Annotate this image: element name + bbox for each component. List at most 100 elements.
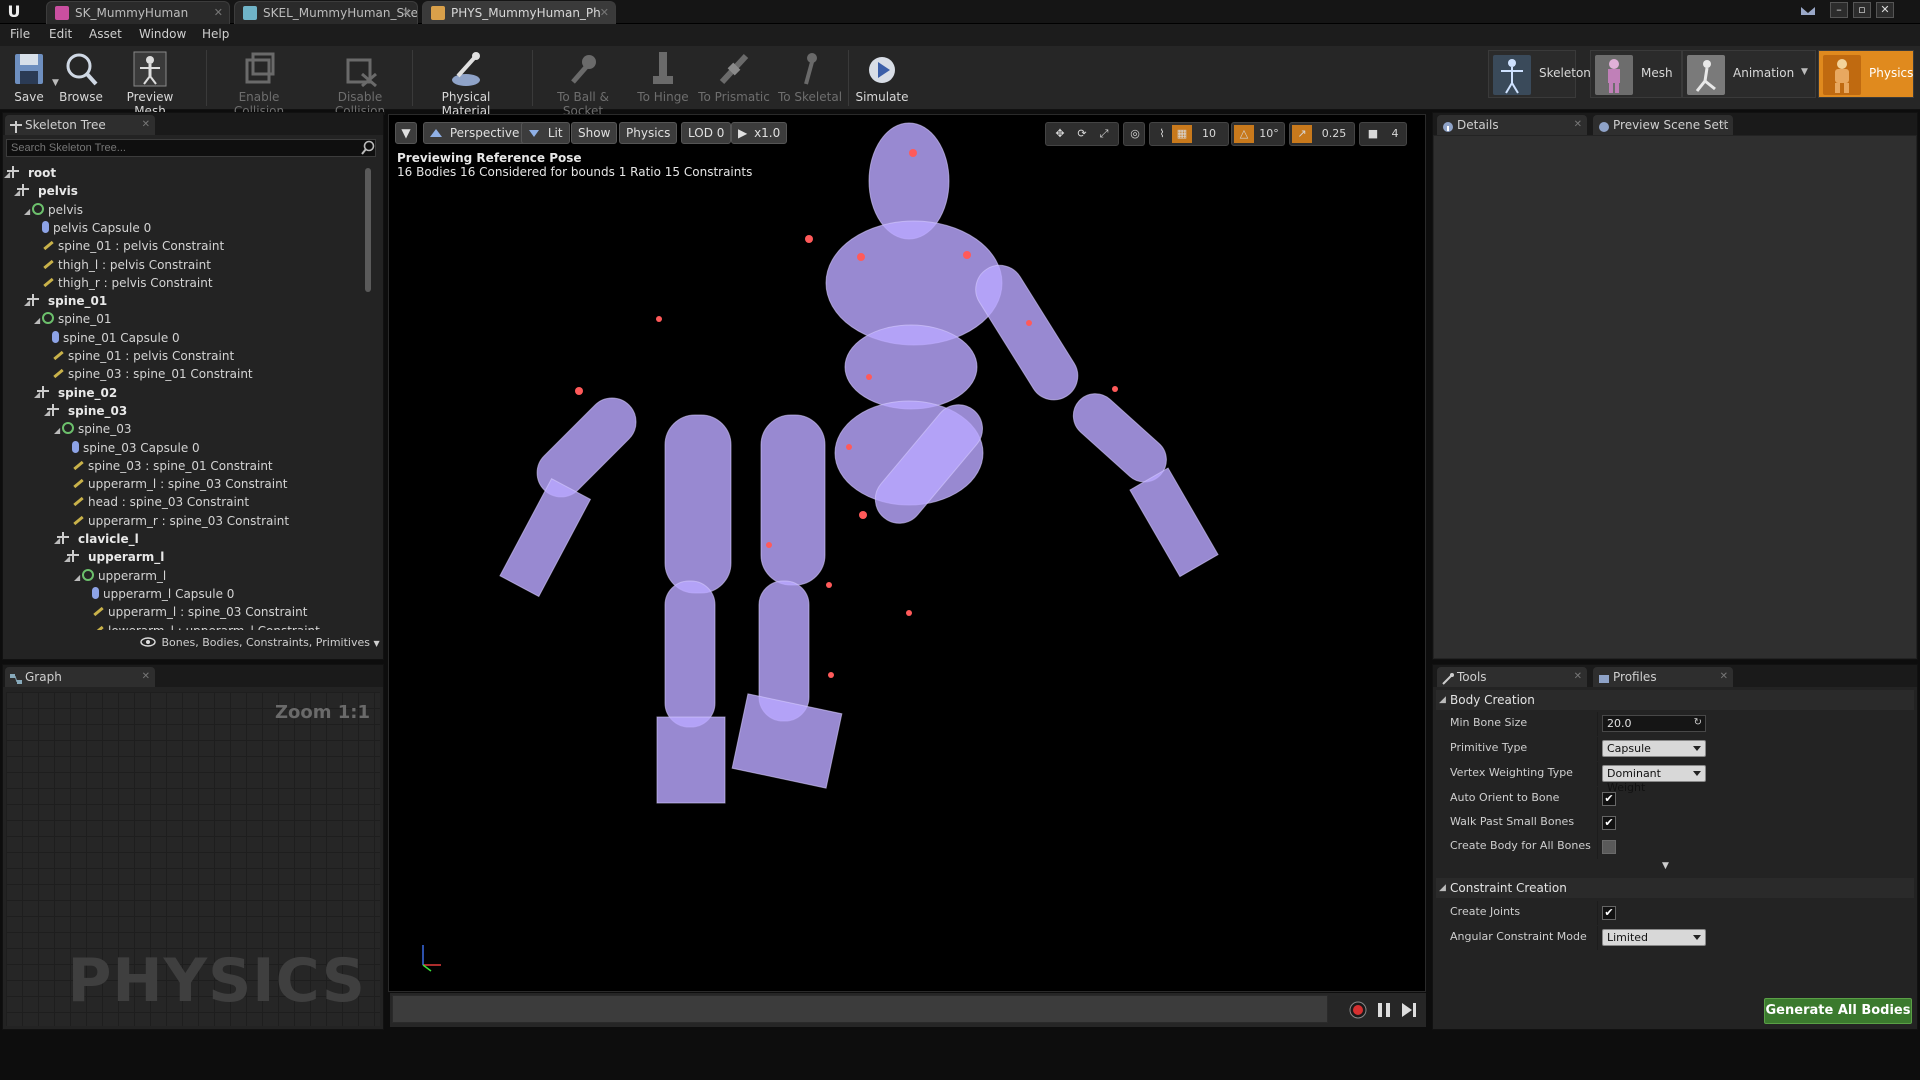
tree-row-bone[interactable]: ◢ spine_02 [34,384,117,402]
expand-arrow-icon[interactable]: ◢ [24,294,32,312]
reset-icon[interactable]: ↻ [1694,716,1702,730]
close-icon[interactable]: ✕ [142,667,150,687]
close-icon[interactable]: ✕ [1720,667,1728,687]
doc-tab-sk-mummyhuman[interactable]: SK_MummyHuman ✕ [46,1,230,24]
tab-details[interactable]: Details ✕ [1437,115,1587,135]
tree-row-cap[interactable]: spine_01 Capsule 0 [44,329,180,347]
mode-physics-button[interactable]: Physics [1818,50,1914,98]
mode-mesh-button[interactable]: Mesh [1590,50,1682,98]
tree-row-body[interactable]: ◢ upperarm_l [74,567,166,585]
graph-canvas[interactable]: Zoom 1:1 PHYSICS [6,692,380,1026]
tree-row-bone[interactable]: ◢ root [4,164,56,182]
tree-row-body[interactable]: ◢ spine_01 [34,310,111,328]
physics-viewport[interactable]: ▼ Perspective Lit Show Physics LOD 0 ▶ x… [388,114,1426,992]
search-icon[interactable] [360,140,376,156]
menu-asset[interactable]: Asset [89,27,122,41]
tree-row-cap[interactable]: upperarm_l Capsule 0 [84,585,234,603]
tree-row-con[interactable]: thigh_l : pelvis Constraint [34,256,211,274]
tree-row-bone[interactable]: ◢ pelvis [14,182,78,200]
close-icon[interactable]: ✕ [214,2,223,24]
tab-profiles[interactable]: Profiles ✕ [1593,667,1733,687]
vertex-weighting-select[interactable]: Dominant Weight [1602,765,1706,794]
tree-row-cap[interactable]: spine_03 Capsule 0 [64,439,200,457]
doc-tab-skel-mummyhuman[interactable]: SKEL_MummyHuman_Ske ✕ [234,1,418,24]
tree-row-con[interactable]: thigh_r : pelvis Constraint [34,274,213,292]
step-forward-button[interactable] [1398,1000,1418,1020]
tree-row-body[interactable]: ◢ pelvis [24,201,83,219]
close-icon[interactable]: ✕ [1720,115,1728,135]
minimize-button[interactable]: – [1830,2,1848,18]
pause-button[interactable] [1374,1000,1394,1020]
expand-advanced-icon[interactable]: ▼ [1662,861,1669,871]
tree-row-bone[interactable]: ◢ spine_01 [24,292,107,310]
menu-help[interactable]: Help [202,27,229,41]
notification-icon[interactable] [1800,4,1816,18]
tree-filter-dropdown[interactable]: Bones, Bodies, Constraints, Primitives ▼ [140,636,380,649]
to-prismatic-button[interactable]: To Prismatic [696,48,772,108]
save-button[interactable]: Save ▼ [6,48,59,108]
min-bone-size-input[interactable]: 20.0 ↻ [1602,715,1706,732]
tree-row-con[interactable]: spine_03 : spine_01 Constraint [64,457,273,475]
physical-material-button[interactable]: Physical Material [416,48,516,118]
expand-arrow-icon[interactable]: ◢ [64,550,72,568]
tree-row-con[interactable]: spine_01 : pelvis Constraint [44,347,234,365]
expand-arrow-icon[interactable]: ◢ [4,166,12,184]
maximize-button[interactable]: ▫ [1853,2,1871,18]
close-icon[interactable]: ✕ [1574,667,1582,687]
browse-button[interactable]: Browse [56,48,106,108]
menu-window[interactable]: Window [139,27,186,41]
close-window-button[interactable]: ✕ [1876,2,1894,18]
primitive-type-select[interactable]: Capsule [1602,740,1706,757]
close-icon[interactable]: ✕ [600,2,609,24]
mode-animation-button[interactable]: Animation ▼ [1682,50,1816,98]
tree-scrollbar[interactable] [365,168,371,292]
tab-graph[interactable]: Graph ✕ [5,667,155,687]
animation-dropdown-icon[interactable]: ▼ [1801,67,1808,77]
expand-arrow-icon[interactable]: ◢ [44,404,52,422]
tree-row-body[interactable]: ◢ spine_03 [54,420,131,438]
menu-edit[interactable]: Edit [49,27,72,41]
tree-row-con[interactable]: upperarm_l : spine_03 Constraint [84,603,307,621]
expand-arrow-icon[interactable]: ◢ [24,203,32,221]
tree-row-con[interactable]: spine_01 : pelvis Constraint [34,237,224,255]
doc-tab-phys-mummyhuman[interactable]: PHYS_MummyHuman_Ph ✕ [422,1,616,24]
tab-tools[interactable]: Tools ✕ [1437,667,1587,687]
expand-arrow-icon[interactable]: ◢ [34,312,42,330]
close-icon[interactable]: ✕ [142,115,150,135]
auto-orient-checkbox[interactable]: ✔ [1602,792,1616,806]
expand-arrow-icon[interactable]: ◢ [54,532,62,550]
tree-row-bone[interactable]: ◢ upperarm_l [64,548,164,566]
angular-mode-select[interactable]: Limited [1602,929,1706,946]
enable-collision-button[interactable]: Enable Collision [212,48,306,118]
simulate-button[interactable]: Simulate [852,48,912,108]
to-skeletal-button[interactable]: To Skeletal [776,48,844,108]
record-button[interactable] [1348,1000,1368,1020]
tree-row-cap[interactable]: pelvis Capsule 0 [34,219,151,237]
expand-arrow-icon[interactable]: ◢ [14,184,22,202]
tree-row-bone[interactable]: ◢ spine_03 [44,402,127,420]
expand-arrow-icon[interactable]: ◢ [54,422,62,440]
tab-preview-scene-settings[interactable]: Preview Scene Sett ✕ [1593,115,1733,135]
tree-row-con[interactable]: upperarm_r : spine_03 Constraint [64,512,289,530]
tree-row-con[interactable]: upperarm_l : spine_03 Constraint [64,475,287,493]
close-icon[interactable]: ✕ [402,2,411,24]
tree-row-con[interactable]: spine_03 : spine_01 Constraint [44,365,253,383]
tree-row-bone[interactable]: ◢ clavicle_l [54,530,139,548]
tree-row-con[interactable]: lowerarm_l : upperarm_l Constraint [84,622,320,631]
mode-skeleton-button[interactable]: Skeleton [1488,50,1591,98]
constraint-creation-header[interactable]: ◢ Constraint Creation [1436,878,1914,898]
tree-row-con[interactable]: head : spine_03 Constraint [64,493,249,511]
skeleton-tree-search-input[interactable] [6,139,376,157]
unreal-logo-icon[interactable]: U [4,2,24,22]
walk-past-checkbox[interactable]: ✔ [1602,816,1616,830]
create-all-checkbox[interactable] [1602,840,1616,854]
close-icon[interactable]: ✕ [1574,115,1582,135]
timeline-scrubber[interactable] [392,995,1328,1023]
expand-arrow-icon[interactable]: ◢ [74,569,82,587]
preview-mesh-button[interactable]: Preview Mesh [110,48,190,118]
expand-arrow-icon[interactable]: ◢ [34,386,42,404]
menu-file[interactable]: File [10,27,30,41]
to-ball-socket-button[interactable]: To Ball & Socket [536,48,630,118]
tab-skeleton-tree[interactable]: Skeleton Tree ✕ [5,115,155,135]
body-creation-header[interactable]: ◢ Body Creation [1436,690,1914,710]
